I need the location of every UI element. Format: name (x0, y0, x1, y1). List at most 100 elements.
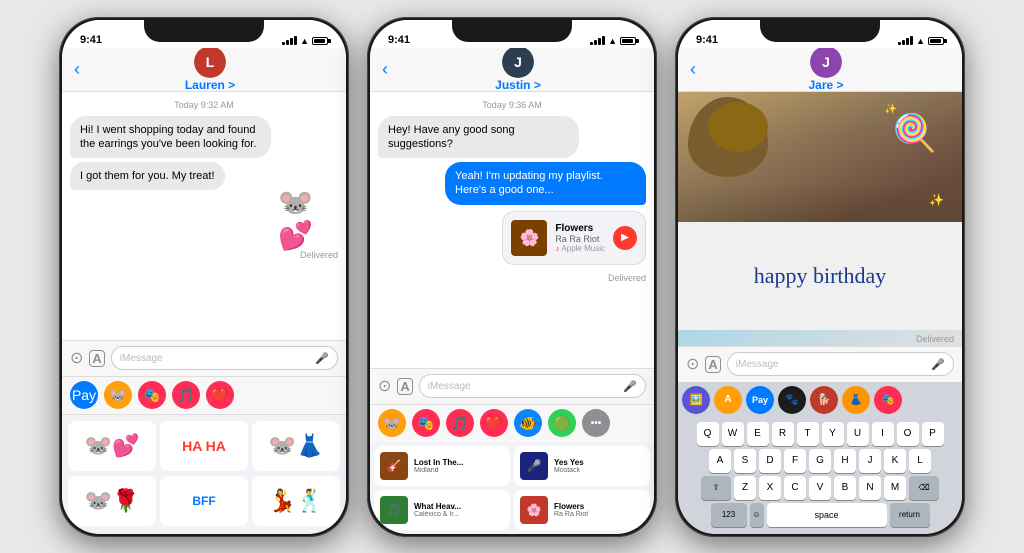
key-h[interactable]: H (834, 449, 856, 473)
grid-title-4: Flowers (554, 502, 588, 511)
music-btn-2[interactable]: 🎵 (446, 409, 474, 437)
apple-pay-btn-1[interactable]: Pay (70, 381, 98, 409)
key-g[interactable]: G (809, 449, 831, 473)
app-strip-2: 🐭 🎭 🎵 ❤️ 🐠 🟢 ••• (370, 404, 654, 442)
key-n[interactable]: N (859, 476, 881, 500)
appstore-icon-2[interactable]: A (397, 378, 412, 395)
key-space[interactable]: space (767, 503, 887, 527)
input-area-1: ⊙ A iMessage 🎤 (62, 340, 346, 376)
key-u[interactable]: U (847, 422, 869, 446)
key-return[interactable]: return (890, 503, 930, 527)
happy-birthday-text: happy birthday (744, 222, 897, 330)
grid-info-3: What Heav... Calexico & Ir... (414, 502, 461, 518)
green-btn-2[interactable]: 🟢 (548, 409, 576, 437)
back-button-3[interactable]: ‹ (690, 59, 696, 80)
key-d[interactable]: D (759, 449, 781, 473)
key-c[interactable]: C (784, 476, 806, 500)
imessage-input-2[interactable]: iMessage 🎤 (419, 374, 646, 398)
delivered-2: Delivered (378, 273, 646, 283)
key-m[interactable]: M (884, 476, 906, 500)
more-btn-2[interactable]: ••• (582, 409, 610, 437)
memoji-btn-1[interactable]: 🎭 (138, 381, 166, 409)
avatar-1[interactable]: L (194, 46, 226, 78)
time-2: 9:41 (388, 34, 410, 46)
imessage-input-1[interactable]: iMessage 🎤 (111, 346, 338, 370)
appstore-btn-3[interactable]: A (714, 386, 742, 414)
key-q[interactable]: Q (697, 422, 719, 446)
key-r[interactable]: R (772, 422, 794, 446)
grid-artist-2: Mostack (554, 467, 584, 474)
camera-icon-3[interactable]: ⊙ (686, 354, 699, 374)
back-button-2[interactable]: ‹ (382, 59, 388, 80)
contact-name-3[interactable]: Jare > (808, 78, 843, 92)
key-backspace[interactable]: ⌫ (909, 476, 939, 500)
app-strip-1: Pay 🐭 🎭 🎵 ❤️ (62, 376, 346, 414)
pay-btn-3[interactable]: Pay (746, 386, 774, 414)
grid-info-2: Yes Yes Mostack (554, 458, 584, 474)
key-k[interactable]: K (884, 449, 906, 473)
key-l[interactable]: L (909, 449, 931, 473)
camera-icon-2[interactable]: ⊙ (378, 376, 391, 396)
key-p[interactable]: P (922, 422, 944, 446)
message-text-3: Hey! Have any good song suggestions? (388, 124, 515, 150)
appstore-icon-1[interactable]: A (89, 350, 104, 367)
timestamp-1: Today 9:32 AM (70, 100, 338, 110)
sticker-1[interactable]: 🐭💕 (68, 421, 156, 471)
key-123[interactable]: 123 (711, 503, 747, 527)
emoji-btn-1[interactable]: 🐭 (104, 381, 132, 409)
imessage-input-3[interactable]: iMessage 🎤 (727, 352, 954, 376)
memoji-btn-2[interactable]: 🎭 (412, 409, 440, 437)
music-btn-1[interactable]: 🎵 (172, 381, 200, 409)
appstore-icon-3[interactable]: A (705, 356, 720, 373)
heart-btn-1[interactable]: ❤️ (206, 381, 234, 409)
key-f[interactable]: F (784, 449, 806, 473)
camera-icon-1[interactable]: ⊙ (70, 348, 83, 368)
key-shift[interactable]: ⇧ (701, 476, 731, 500)
key-x[interactable]: X (759, 476, 781, 500)
paw-btn-3[interactable]: 🐾 (778, 386, 806, 414)
key-v[interactable]: V (809, 476, 831, 500)
sticker-5[interactable]: BFF (160, 476, 248, 526)
music-card-2[interactable]: 🌸 Flowers Ra Ra Riot ♪ Apple Music ▶ (502, 211, 646, 265)
emoji-btn-3[interactable]: 🎭 (874, 386, 902, 414)
music-grid-item-2[interactable]: 🎤 Yes Yes Mostack (514, 446, 650, 486)
key-a[interactable]: A (709, 449, 731, 473)
key-i[interactable]: I (872, 422, 894, 446)
music-grid-item-4[interactable]: 🌸 Flowers Ra Ra Riot (514, 490, 650, 530)
key-b[interactable]: B (834, 476, 856, 500)
key-j[interactable]: J (859, 449, 881, 473)
sticker-6[interactable]: 💃🕺 (252, 476, 340, 526)
sticker-2[interactable]: HA HA (160, 421, 248, 471)
contact-name-2[interactable]: Justin > (495, 78, 541, 92)
grid-thumb-3: 🎵 (380, 496, 408, 524)
music-grid-item-3[interactable]: 🎵 What Heav... Calexico & Ir... (374, 490, 510, 530)
dog-btn-3[interactable]: 🐕 (810, 386, 838, 414)
contact-name-1[interactable]: Lauren > (185, 78, 235, 92)
dog-photo: 🍭 ✨ ✨ (678, 92, 962, 222)
avatar-3[interactable]: J (810, 46, 842, 78)
wifi-icon-2: ▲ (608, 36, 617, 46)
key-t[interactable]: T (797, 422, 819, 446)
fish-btn-2[interactable]: 🐠 (514, 409, 542, 437)
music-title-2: Flowers (555, 223, 605, 234)
fashion-btn-3[interactable]: 👗 (842, 386, 870, 414)
play-button-2[interactable]: ▶ (613, 226, 637, 250)
key-s[interactable]: S (734, 449, 756, 473)
sticker-4[interactable]: 🐭🌹 (68, 476, 156, 526)
heart-btn-2[interactable]: ❤️ (480, 409, 508, 437)
key-z[interactable]: Z (734, 476, 756, 500)
key-y[interactable]: Y (822, 422, 844, 446)
nav-center-3: J Jare > (702, 46, 950, 92)
back-button-1[interactable]: ‹ (74, 59, 80, 80)
music-grid-item-1[interactable]: 🎸 Lost In The... Midland (374, 446, 510, 486)
sticker-3[interactable]: 🐭👗 (252, 421, 340, 471)
key-w[interactable]: W (722, 422, 744, 446)
photos-btn-3[interactable]: 🖼️ (682, 386, 710, 414)
key-e[interactable]: E (747, 422, 769, 446)
key-o[interactable]: O (897, 422, 919, 446)
avatar-2[interactable]: J (502, 46, 534, 78)
key-emoji[interactable]: ☺ (750, 503, 764, 527)
keyboard-3[interactable]: Q W E R T Y U I O P A S D F G H J K L (678, 418, 962, 534)
timestamp-2: Today 9:36 AM (378, 100, 646, 110)
emoji-btn-2[interactable]: 🐭 (378, 409, 406, 437)
